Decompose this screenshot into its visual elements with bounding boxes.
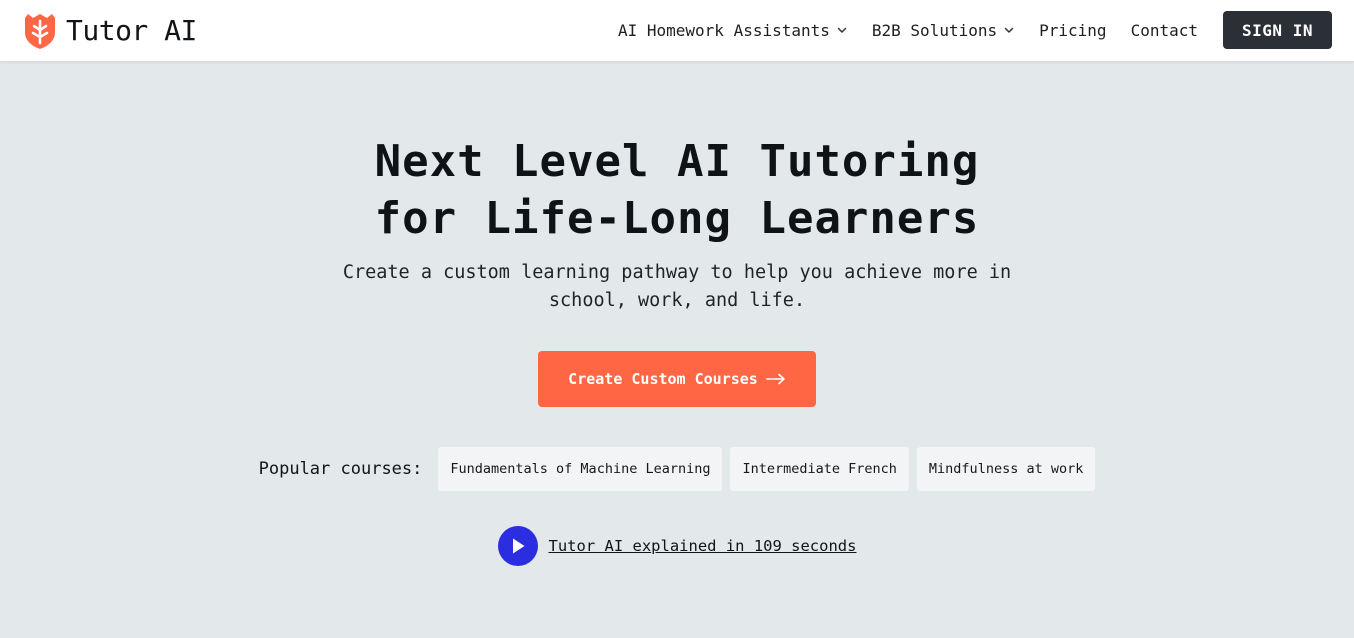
top-navbar: Tutor AI AI Homework Assistants B2B Solu… xyxy=(0,0,1354,62)
cta-label: Create Custom Courses xyxy=(568,370,758,388)
nav-item-label: AI Homework Assistants xyxy=(617,20,830,40)
play-video-button[interactable] xyxy=(497,526,538,566)
chevron-down-icon xyxy=(837,27,847,33)
nav-item-pricing[interactable]: Pricing xyxy=(1039,21,1106,40)
hero-subtitle-line-2: school, work, and life. xyxy=(548,290,806,311)
popular-courses: Popular courses: Fundamentals of Machine… xyxy=(0,447,1354,491)
shield-logo-icon xyxy=(25,14,55,49)
nav-item-b2b-solutions[interactable]: B2B Solutions xyxy=(872,21,1015,40)
explainer-video-link[interactable]: Tutor AI explained in 109 seconds xyxy=(549,537,857,555)
nav-item-contact[interactable]: Contact xyxy=(1131,21,1198,40)
hero-title-line-1: Next Level AI Tutoring xyxy=(374,136,980,187)
nav-item-label: B2B Solutions xyxy=(871,20,998,40)
hero-title-line-2: for Life-Long Learners xyxy=(374,193,980,244)
course-chip-intermediate-french[interactable]: Intermediate French xyxy=(730,447,909,491)
explainer-video-row: Tutor AI explained in 109 seconds xyxy=(0,526,1354,566)
hero-title: Next Level AI Tutoring for Life-Long Lea… xyxy=(0,133,1354,247)
main-nav: AI Homework Assistants B2B Solutions Pri… xyxy=(594,11,1332,49)
logo-link[interactable]: Tutor AI xyxy=(22,11,197,51)
arrow-right-icon xyxy=(766,373,785,385)
course-chip-mindfulness[interactable]: Mindfulness at work xyxy=(916,447,1096,491)
brand-name: Tutor AI xyxy=(66,14,197,47)
popular-courses-label: Popular courses: xyxy=(258,459,423,479)
create-custom-courses-button[interactable]: Create Custom Courses xyxy=(538,351,816,407)
nav-item-label: Pricing xyxy=(1039,20,1107,40)
play-icon xyxy=(512,538,525,554)
nav-item-label: Contact xyxy=(1130,20,1198,40)
course-chip-machine-learning[interactable]: Fundamentals of Machine Learning xyxy=(438,447,723,491)
chevron-down-icon xyxy=(1004,27,1014,33)
hero-subtitle-line-1: Create a custom learning pathway to help… xyxy=(342,262,1012,283)
nav-item-ai-homework-assistants[interactable]: AI Homework Assistants xyxy=(618,21,848,40)
sign-in-button[interactable]: SIGN IN xyxy=(1223,11,1332,49)
hero-subtitle: Create a custom learning pathway to help… xyxy=(0,259,1354,315)
